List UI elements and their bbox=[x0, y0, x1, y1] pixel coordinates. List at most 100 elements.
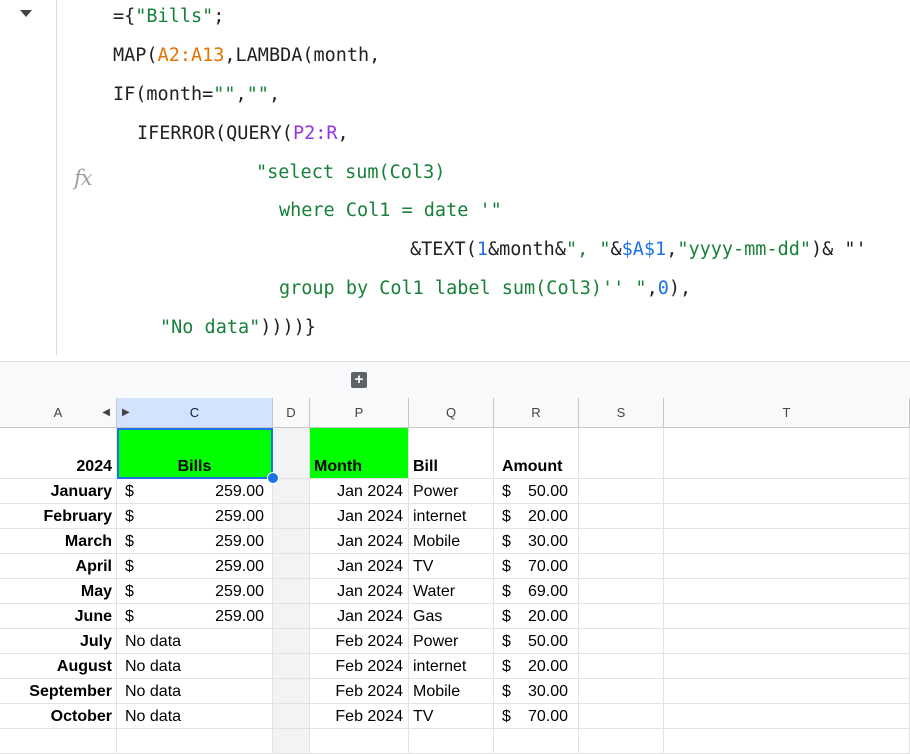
cell-q[interactable]: Water bbox=[409, 579, 494, 604]
cell-q[interactable]: Gas bbox=[409, 604, 494, 629]
column-header-a[interactable]: A ◀ bbox=[0, 398, 117, 428]
cell-s[interactable] bbox=[579, 629, 664, 654]
cell-d[interactable] bbox=[273, 604, 310, 629]
formula-line-1[interactable]: ={"Bills"; bbox=[113, 6, 224, 28]
cell-s[interactable] bbox=[579, 554, 664, 579]
cell-d[interactable] bbox=[273, 729, 310, 754]
cell-r[interactable]: $70.00 bbox=[494, 554, 579, 579]
formula-line-9[interactable]: "No data"))))} bbox=[160, 317, 316, 339]
cell-s[interactable] bbox=[579, 704, 664, 729]
column-header-d[interactable]: D bbox=[273, 398, 310, 428]
cell-t[interactable] bbox=[664, 554, 910, 579]
cell-r1[interactable]: Amount bbox=[494, 428, 579, 479]
cell-p[interactable]: Jan 2024 bbox=[310, 554, 409, 579]
cell-c[interactable]: No data bbox=[117, 629, 273, 654]
cell-t[interactable] bbox=[664, 729, 910, 754]
cell-t[interactable] bbox=[664, 604, 910, 629]
cell-r[interactable]: $50.00 bbox=[494, 629, 579, 654]
cell-c[interactable]: No data bbox=[117, 654, 273, 679]
cell-c[interactable]: No data bbox=[117, 679, 273, 704]
cell-t1[interactable] bbox=[664, 428, 910, 479]
cell-t[interactable] bbox=[664, 504, 910, 529]
cell-c[interactable] bbox=[117, 729, 273, 754]
cell-r[interactable]: $20.00 bbox=[494, 504, 579, 529]
cell-s[interactable] bbox=[579, 729, 664, 754]
cell-c[interactable]: $259.00 bbox=[117, 479, 273, 504]
cell-q[interactable] bbox=[409, 729, 494, 754]
cell-r[interactable]: $20.00 bbox=[494, 654, 579, 679]
cell-s[interactable] bbox=[579, 654, 664, 679]
cell-a[interactable]: September bbox=[0, 679, 117, 704]
formula-resize-bar[interactable] bbox=[0, 361, 910, 399]
column-header-t[interactable]: T bbox=[664, 398, 910, 428]
cell-s[interactable] bbox=[579, 529, 664, 554]
cell-a[interactable]: May bbox=[0, 579, 117, 604]
cell-p[interactable]: Jan 2024 bbox=[310, 479, 409, 504]
expand-plus-icon[interactable]: + bbox=[351, 372, 367, 388]
cell-s[interactable] bbox=[579, 479, 664, 504]
column-header-r[interactable]: R bbox=[494, 398, 579, 428]
cell-q1[interactable]: Bill bbox=[409, 428, 494, 479]
formula-line-3[interactable]: IF(month="","", bbox=[113, 84, 280, 106]
cell-r[interactable]: $30.00 bbox=[494, 679, 579, 704]
cell-q[interactable]: Power bbox=[409, 479, 494, 504]
cell-s[interactable] bbox=[579, 579, 664, 604]
cell-a[interactable]: October bbox=[0, 704, 117, 729]
cell-q[interactable]: TV bbox=[409, 554, 494, 579]
cell-c[interactable]: $259.00 bbox=[117, 579, 273, 604]
fill-handle[interactable] bbox=[267, 472, 279, 484]
cell-q[interactable]: Mobile bbox=[409, 529, 494, 554]
cell-a1[interactable]: 2024 bbox=[0, 428, 117, 479]
formula-line-2[interactable]: MAP(A2:A13,LAMBDA(month, bbox=[113, 45, 380, 67]
cell-s[interactable] bbox=[579, 679, 664, 704]
cell-d[interactable] bbox=[273, 629, 310, 654]
cell-d1[interactable] bbox=[273, 428, 310, 479]
formula-line-8[interactable]: group by Col1 label sum(Col3)'' ",0), bbox=[279, 278, 691, 300]
cell-s1[interactable] bbox=[579, 428, 664, 479]
cell-r[interactable]: $69.00 bbox=[494, 579, 579, 604]
formula-line-4[interactable]: IFERROR(QUERY(P2:R, bbox=[137, 123, 349, 145]
cell-c[interactable]: $259.00 bbox=[117, 504, 273, 529]
formula-line-7[interactable]: &TEXT(1&month&", "&$A$1,"yyyy-mm-dd")& "… bbox=[410, 239, 867, 261]
cell-q[interactable]: Mobile bbox=[409, 679, 494, 704]
cell-d[interactable] bbox=[273, 479, 310, 504]
cell-a[interactable]: February bbox=[0, 504, 117, 529]
cell-r[interactable]: $50.00 bbox=[494, 479, 579, 504]
cell-p[interactable]: Feb 2024 bbox=[310, 679, 409, 704]
cell-p[interactable] bbox=[310, 729, 409, 754]
cell-q[interactable]: internet bbox=[409, 504, 494, 529]
cell-a[interactable] bbox=[0, 729, 117, 754]
scroll-right-arrow-icon[interactable]: ▶ bbox=[122, 398, 130, 427]
cell-s[interactable] bbox=[579, 604, 664, 629]
cell-a[interactable]: August bbox=[0, 654, 117, 679]
cell-r[interactable]: $30.00 bbox=[494, 529, 579, 554]
cell-q[interactable]: TV bbox=[409, 704, 494, 729]
cell-d[interactable] bbox=[273, 504, 310, 529]
cell-a[interactable]: April bbox=[0, 554, 117, 579]
cell-t[interactable] bbox=[664, 629, 910, 654]
cell-t[interactable] bbox=[664, 529, 910, 554]
cell-p[interactable]: Jan 2024 bbox=[310, 579, 409, 604]
cell-a[interactable]: June bbox=[0, 604, 117, 629]
cell-a[interactable]: January bbox=[0, 479, 117, 504]
cell-r[interactable]: $20.00 bbox=[494, 604, 579, 629]
cell-q[interactable]: internet bbox=[409, 654, 494, 679]
cell-t[interactable] bbox=[664, 579, 910, 604]
cell-d[interactable] bbox=[273, 679, 310, 704]
cell-c[interactable]: $259.00 bbox=[117, 529, 273, 554]
column-header-q[interactable]: Q bbox=[409, 398, 494, 428]
cell-a[interactable]: March bbox=[0, 529, 117, 554]
formula-editor[interactable]: fx ={"Bills"; MAP(A2:A13,LAMBDA(month, I… bbox=[0, 0, 910, 361]
cell-d[interactable] bbox=[273, 554, 310, 579]
cell-c[interactable]: No data bbox=[117, 704, 273, 729]
column-header-c[interactable]: ▶ C bbox=[117, 398, 273, 428]
cell-r[interactable]: $70.00 bbox=[494, 704, 579, 729]
cell-p[interactable]: Feb 2024 bbox=[310, 704, 409, 729]
cell-t[interactable] bbox=[664, 654, 910, 679]
cell-d[interactable] bbox=[273, 529, 310, 554]
cell-d[interactable] bbox=[273, 579, 310, 604]
column-header-s[interactable]: S bbox=[579, 398, 664, 428]
cell-p1[interactable]: Month bbox=[310, 428, 409, 479]
cell-q[interactable]: Power bbox=[409, 629, 494, 654]
formula-line-6[interactable]: where Col1 = date '" bbox=[279, 200, 502, 222]
